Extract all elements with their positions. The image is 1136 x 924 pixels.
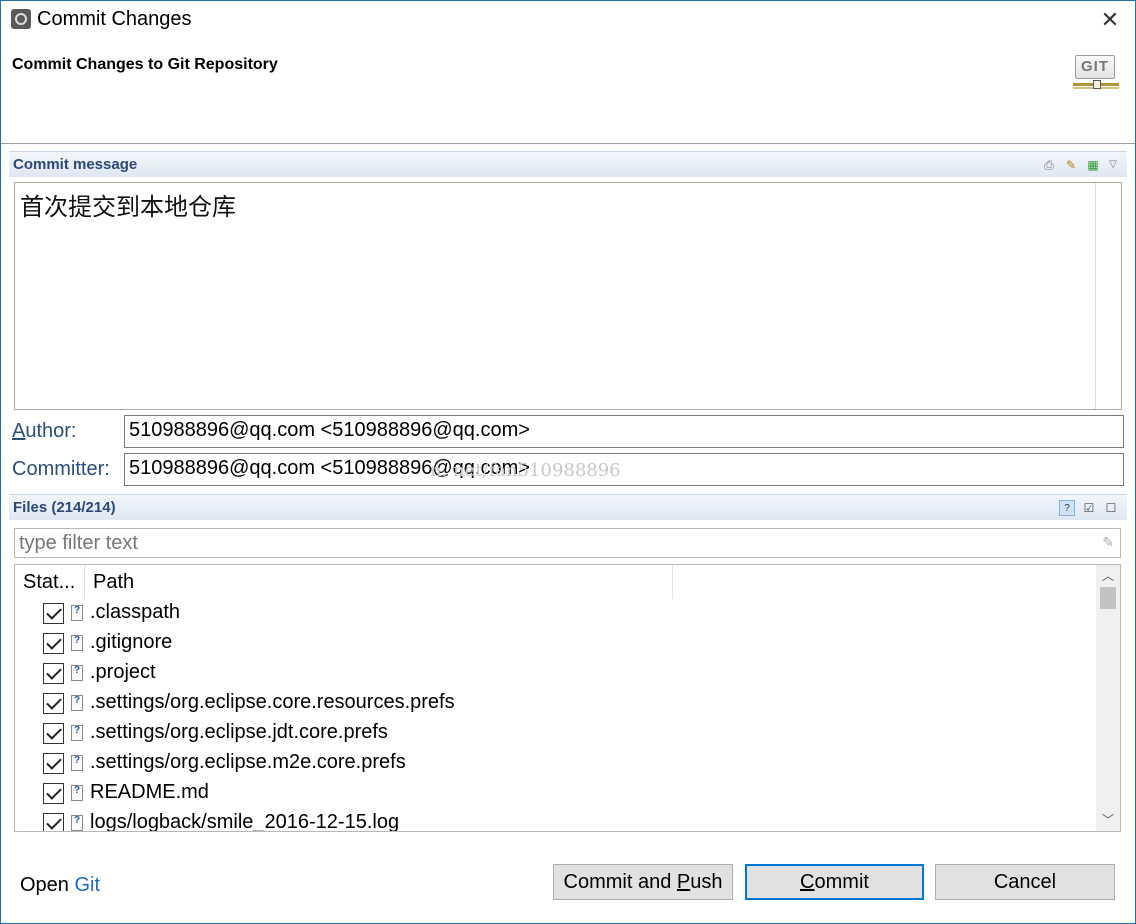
dialog-banner: Commit Changes to Git Repository GIT [1,39,1135,144]
table-row[interactable]: .gitignore [15,629,1097,659]
commit-push-pre: Commit and [563,871,677,893]
file-path: README.md [90,781,209,803]
commit-message-editor[interactable]: 首次提交到本地仓库 [14,182,1122,410]
author-label-rest: uthor: [25,420,77,442]
file-path: .settings/org.eclipse.jdt.core.prefs [90,721,388,743]
watermark: n. net/fan510988896 [430,460,621,481]
deselect-all-icon[interactable]: ☐ [1103,500,1119,516]
show-untracked-icon[interactable]: ? [1059,500,1075,516]
clear-filter-icon[interactable]: ✎ [1102,534,1114,551]
table-row[interactable]: README.md [15,779,1097,809]
open-git-staging: Open Git [20,874,100,897]
commit-button[interactable]: Commit [745,864,924,900]
commit-push-mnemonic: P [676,871,691,893]
author-label: Author: [12,420,77,443]
untracked-file-icon [71,665,83,681]
file-path: logs/logback/smile_2016-12-15.log [90,811,400,832]
filter-input[interactable] [15,529,1095,557]
commit-message-header: Commit message ⎙ ✎ ▦ ▽ [9,151,1127,177]
author-label-mnemonic: A [12,420,26,442]
table-row[interactable]: .settings/org.eclipse.m2e.core.prefs [15,749,1097,779]
open-label: Open [20,874,69,896]
table-row[interactable]: .settings/org.eclipse.jdt.core.prefs [15,719,1097,749]
committer-field[interactable]: 510988896@qq.com <510988896@qq.com> [124,453,1124,486]
committer-label: Committer: [12,458,110,480]
cancel-button[interactable]: Cancel [935,864,1115,900]
untracked-file-icon [71,755,83,771]
untracked-file-icon [71,815,83,831]
file-path: .project [90,661,156,683]
file-checkbox[interactable] [43,813,64,831]
file-checkbox[interactable] [43,693,64,714]
table-row[interactable]: logs/logback/smile_2016-12-15.log [15,809,1097,832]
view-menu-chevron-icon[interactable]: ▽ [1105,157,1121,173]
commit-push-post: ush [690,871,723,893]
files-rows: .classpath .gitignore .project .settings… [15,599,1097,832]
files-table-header: Stat... Path [15,565,1097,599]
filter-box[interactable]: ✎ [14,528,1121,558]
file-checkbox[interactable] [43,753,64,774]
file-checkbox[interactable] [43,603,64,624]
title-bar: Commit Changes ✕ [1,1,1135,39]
table-row[interactable]: .settings/org.eclipse.core.resources.pre… [15,689,1097,719]
dialog-heading: Commit Changes to Git Repository [12,56,278,73]
table-row[interactable]: .project [15,659,1097,689]
scroll-up-icon[interactable]: ︿ [1096,565,1120,587]
files-scrollbar[interactable]: ︿ ﹀ [1096,565,1120,831]
untracked-file-icon [71,635,83,651]
untracked-file-icon [71,695,83,711]
table-row[interactable]: .classpath [15,599,1097,629]
close-button[interactable]: ✕ [1095,6,1125,36]
git-logo-text: GIT [1075,55,1115,79]
files-header: Files (214/214) ? ☑ ☐ [9,494,1127,520]
untracked-file-icon [71,785,83,801]
git-staging-link[interactable]: Git [75,874,101,896]
eclipse-app-icon [11,9,31,29]
file-path: .classpath [90,601,181,623]
files-table: Stat... Path .classpath .gitignore .proj… [14,564,1121,832]
status-column-header[interactable]: Stat... [15,565,85,599]
file-checkbox[interactable] [43,633,64,654]
file-checkbox[interactable] [43,663,64,684]
untracked-file-icon [71,605,83,621]
add-change-id-icon[interactable]: ▦ [1085,157,1101,173]
git-logo-icon: GIT [1073,53,1123,93]
file-path: .settings/org.eclipse.core.resources.pre… [90,691,455,713]
signed-off-icon[interactable]: ✎ [1063,157,1079,173]
commit-rest: ommit [814,871,869,893]
file-path: .settings/org.eclipse.m2e.core.prefs [90,751,406,773]
author-field[interactable]: 510988896@qq.com <510988896@qq.com> [124,415,1124,448]
untracked-file-icon [71,725,83,741]
window-title: Commit Changes [37,8,192,30]
scroll-down-icon[interactable]: ﹀ [1096,809,1120,831]
select-all-icon[interactable]: ☑ [1081,500,1097,516]
file-checkbox[interactable] [43,783,64,804]
scroll-thumb[interactable] [1100,587,1116,609]
commit-mnemonic: C [800,871,815,893]
commit-message-scrollbar[interactable] [1095,183,1121,409]
path-column-header[interactable]: Path [85,565,673,599]
commit-message-text[interactable]: 首次提交到本地仓库 [20,187,236,222]
file-path: .gitignore [90,631,173,653]
git-logo-knob [1093,80,1101,89]
file-checkbox[interactable] [43,723,64,744]
commit-message-label: Commit message [13,156,138,173]
previous-message-icon[interactable]: ⎙ [1041,157,1057,173]
files-label: Files (214/214) [13,499,116,516]
commit-and-push-button[interactable]: Commit and Push [553,864,733,900]
